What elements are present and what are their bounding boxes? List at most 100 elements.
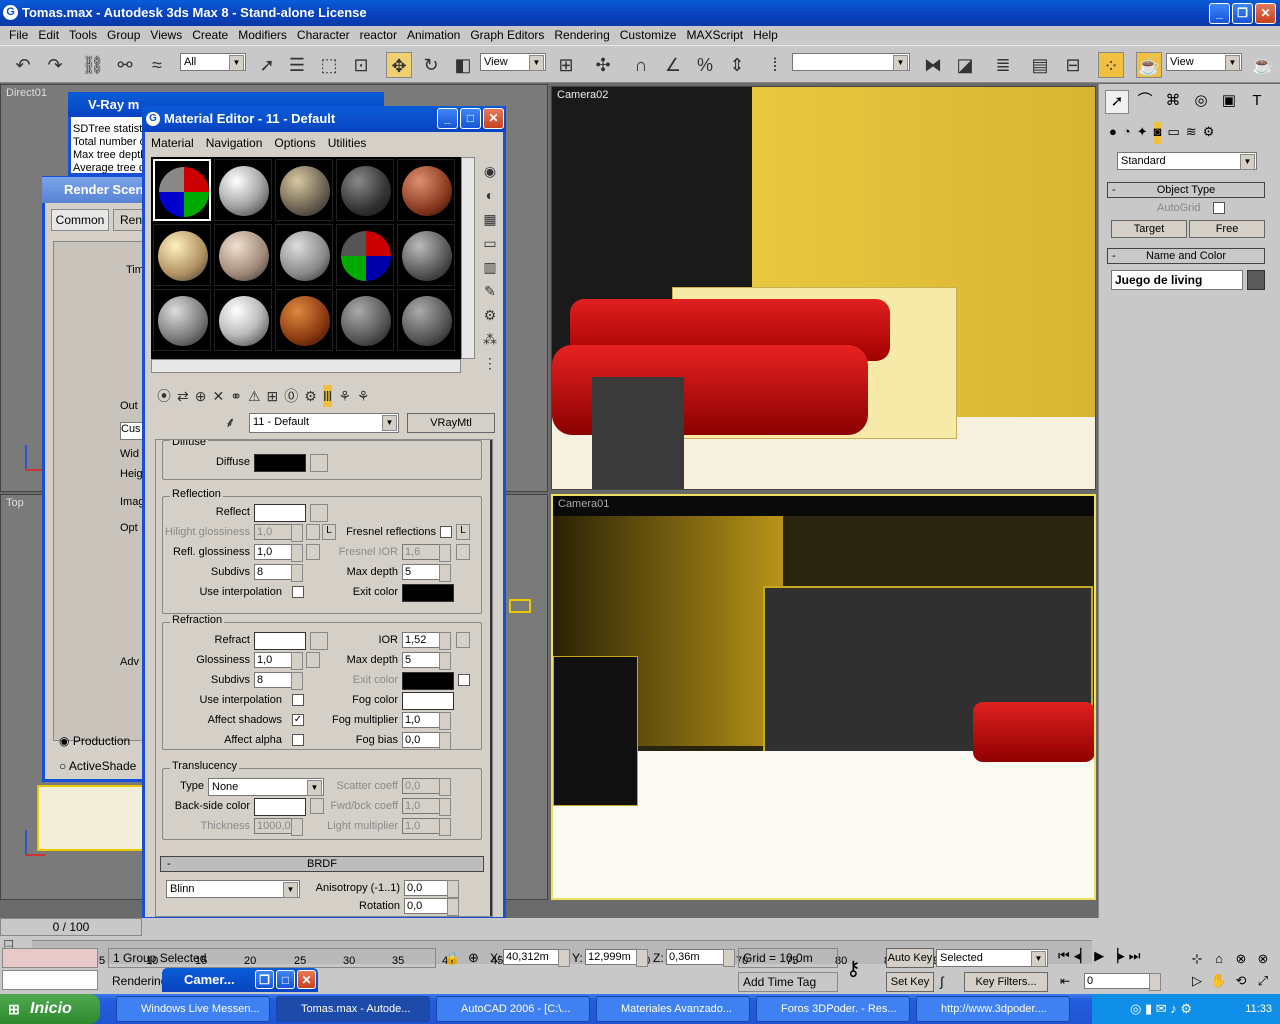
select-by-name-icon[interactable]: ☰ [284, 52, 310, 78]
fresnel-ior-map-button[interactable] [456, 544, 470, 560]
refl-subdivs-spinner[interactable]: 8 [254, 564, 303, 582]
select-by-material-icon[interactable]: ⁂ [479, 327, 501, 351]
fresnel-reflections-checkbox[interactable] [440, 526, 452, 538]
refr-glossiness-map-button[interactable] [306, 652, 320, 668]
viewport-label-top[interactable]: Top [6, 497, 24, 509]
spinner-snap-icon[interactable]: ⇕ [724, 52, 750, 78]
fov-icon[interactable]: ▷ [1186, 970, 1208, 992]
taskbar-item-foros[interactable]: Foros 3DPoder. - Res... [756, 996, 910, 1022]
play-icon[interactable]: ▶ [1094, 948, 1104, 968]
object-name-field[interactable]: Juego de living [1111, 270, 1243, 290]
orbit-icon[interactable]: ⟲ [1230, 970, 1252, 992]
light-multiplier-spinner[interactable]: 1,0 [402, 818, 451, 836]
camwin-close-button[interactable]: ✕ [297, 970, 316, 989]
key-mode-dropdown[interactable]: Selected [936, 949, 1048, 967]
radio-activeshade[interactable]: ○ ActiveShade [59, 759, 136, 773]
taskbar-item-browser[interactable]: http://www.3dpoder.... [916, 996, 1070, 1022]
go-to-start-icon[interactable]: ⏮ [1058, 948, 1070, 968]
sample-slot[interactable] [214, 224, 272, 286]
zoom-extents-icon[interactable]: ⊗ [1230, 948, 1252, 970]
put-to-library-icon[interactable]: ⚠ [248, 385, 261, 407]
refract-color-swatch[interactable] [254, 632, 306, 650]
next-frame-icon[interactable]: ▕▸ [1108, 948, 1125, 968]
undo-icon[interactable]: ↶ [10, 52, 36, 78]
menu-file[interactable]: File [4, 26, 33, 45]
fog-bias-spinner[interactable]: 0,0 [402, 732, 451, 750]
absolute-mode-icon[interactable]: ⊕ [468, 950, 479, 966]
sample-slot[interactable] [397, 159, 455, 221]
get-material-icon[interactable]: ⦿ [157, 385, 171, 407]
sample-slot[interactable] [336, 289, 394, 351]
auto-key-button[interactable]: Auto Key [886, 948, 934, 968]
render-type-dropdown[interactable]: View [1166, 53, 1242, 71]
menu-tools[interactable]: Tools [64, 26, 102, 45]
viewport-label-direct01[interactable]: Direct01 [6, 87, 47, 99]
scatter-coeff-spinner[interactable]: 0,0 [402, 778, 451, 796]
hilight-lock-button[interactable]: L [322, 524, 336, 540]
cameras-icon[interactable]: ◙ [1153, 122, 1162, 144]
fog-multiplier-spinner[interactable]: 1,0 [402, 712, 451, 730]
eyedropper-icon[interactable]: ⸙ [225, 413, 236, 432]
sample-slot[interactable] [153, 224, 211, 286]
sample-slots-vscrollbar[interactable] [461, 157, 475, 359]
viewport-camera02[interactable]: Camera02 [551, 86, 1096, 490]
name-color-rollout-header[interactable]: - Name and Color [1107, 248, 1265, 264]
go-to-end-icon[interactable]: ⏭ [1129, 948, 1141, 968]
display-tab-icon[interactable]: ▣ [1217, 90, 1241, 114]
me-close-button[interactable]: ✕ [483, 108, 504, 129]
me-menu-navigation[interactable]: Navigation [206, 133, 263, 153]
me-menu-utilities[interactable]: Utilities [328, 133, 367, 153]
link-icon[interactable]: ⛓ [80, 52, 106, 78]
percent-snap-icon[interactable]: % [692, 52, 718, 78]
previous-frame-icon[interactable]: ◂▏ [1074, 948, 1091, 968]
hilight-map-button[interactable] [306, 524, 320, 540]
z-coord-field[interactable]: 0,36m [666, 949, 735, 967]
object-color-swatch[interactable] [1247, 270, 1265, 290]
sample-slots-hscrollbar[interactable] [151, 359, 461, 373]
current-frame-field[interactable]: 0 [1084, 973, 1161, 991]
angle-snap-icon[interactable]: ∠ [660, 52, 686, 78]
affect-alpha-checkbox[interactable] [292, 734, 304, 746]
sample-slot[interactable] [397, 289, 455, 351]
params-scrollbar[interactable] [490, 440, 492, 916]
refr-use-interpolation-checkbox[interactable] [292, 694, 304, 706]
tab-common[interactable]: Common [51, 209, 109, 231]
camera-target-button[interactable]: Target [1111, 220, 1187, 238]
lights-icon[interactable]: ✦ [1137, 122, 1148, 144]
anisotropy-spinner[interactable]: 0,0 [404, 880, 459, 898]
reference-coord-dropdown[interactable]: View [480, 53, 546, 71]
backlight-icon[interactable]: ◐ [479, 183, 501, 207]
autogrid-checkbox[interactable] [1213, 202, 1225, 214]
menu-customize[interactable]: Customize [615, 26, 682, 45]
object-type-rollout-header[interactable]: - Object Type [1107, 182, 1265, 198]
ior-spinner[interactable]: 1,52 [402, 632, 451, 650]
render-scene-icon[interactable]: ☕ [1136, 52, 1162, 78]
scale-icon[interactable]: ◧ [450, 52, 476, 78]
menu-edit[interactable]: Edit [33, 26, 64, 45]
translucency-type-dropdown[interactable]: None [208, 778, 324, 796]
sample-uv-icon[interactable]: ▭ [479, 231, 501, 255]
refl-use-interpolation-checkbox[interactable] [292, 586, 304, 598]
create-tab-icon[interactable]: ➚ [1105, 90, 1129, 114]
sample-slot[interactable] [153, 289, 211, 351]
maxscript-listener-pink[interactable] [2, 948, 98, 968]
rotate-icon[interactable]: ↻ [418, 52, 444, 78]
sample-slot[interactable] [153, 159, 211, 221]
options-icon[interactable]: ⚙ [479, 303, 501, 327]
y-coord-field[interactable]: 12,999m [585, 949, 648, 967]
taskbar-item-materiales[interactable]: Materiales Avanzado... [596, 996, 750, 1022]
sample-slot[interactable] [275, 224, 333, 286]
close-button[interactable]: ✕ [1255, 3, 1276, 24]
start-button[interactable]: ⊞ Inicio [0, 994, 100, 1024]
space-warps-icon[interactable]: ≋ [1186, 122, 1197, 144]
go-forward-sibling-icon[interactable]: ⚘ [338, 385, 351, 407]
go-to-parent-icon[interactable]: Ⅲ [322, 385, 333, 407]
menu-reactor[interactable]: reactor [355, 26, 402, 45]
modify-tab-icon[interactable]: ⌒ [1133, 90, 1157, 114]
ior-map-button[interactable] [456, 632, 470, 648]
sample-slot[interactable] [275, 289, 333, 351]
menu-graph-editors[interactable]: Graph Editors [465, 26, 549, 45]
pan-icon[interactable]: ✋ [1208, 970, 1230, 992]
rect-selection-icon[interactable]: ⬚ [316, 52, 342, 78]
thickness-spinner[interactable]: 1000,0 [254, 818, 303, 836]
